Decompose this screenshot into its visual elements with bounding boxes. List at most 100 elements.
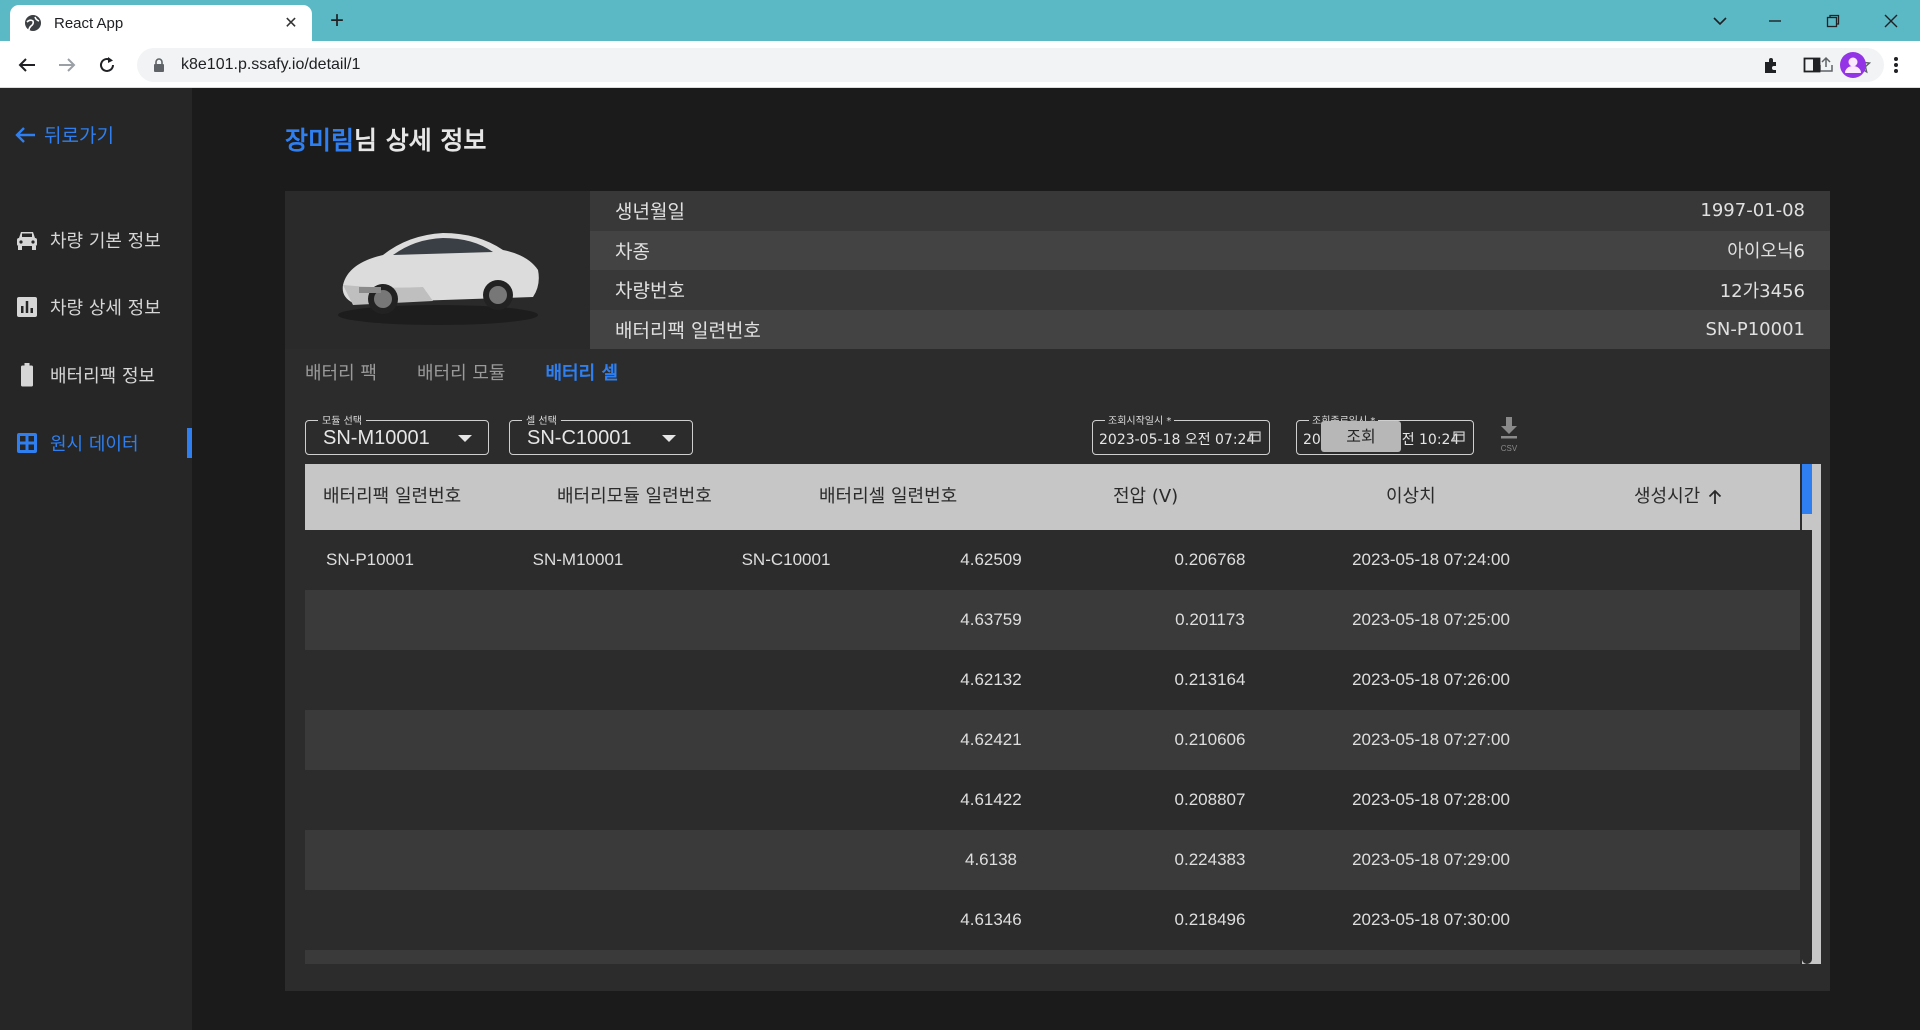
tab-battery-cell[interactable]: 배터리 셀: [546, 359, 619, 389]
cell-created-time: 2023-05-18 07:30:00: [1352, 910, 1510, 929]
start-datetime-value: 2023-05-18 오전 07:24: [1099, 432, 1256, 448]
cell-voltage: [941, 950, 1041, 964]
info-value: 1997-01-08: [1700, 200, 1805, 222]
cell-module-serial: [528, 590, 628, 650]
column-header-module-serial[interactable]: 배터리모듈 일련번호: [557, 464, 712, 530]
sidebar-item-battery-pack[interactable]: 배터리팩 정보: [14, 360, 192, 390]
calendar-icon[interactable]: [1249, 430, 1261, 442]
browser-tab[interactable]: React App ✕: [10, 5, 312, 41]
arrow-left-icon: [15, 126, 35, 143]
car-icon: [14, 227, 40, 253]
query-button[interactable]: 조회: [1321, 421, 1401, 452]
sidebar-item-label: 원시 데이터: [50, 434, 139, 455]
tab-close-icon[interactable]: ✕: [282, 13, 300, 33]
back-arrow-icon[interactable]: [13, 51, 41, 79]
column-header-created-time[interactable]: 생성시간: [1634, 464, 1722, 530]
sidebar-item-vehicle-detail[interactable]: 차량 상세 정보: [14, 292, 192, 322]
cell-voltage: 4.63759: [960, 610, 1022, 629]
info-row-plate: 차량번호 12가3456: [590, 270, 1830, 310]
tab-battery-pack[interactable]: 배터리 팩: [305, 359, 377, 389]
csv-label: CSV: [1500, 444, 1518, 453]
reload-icon[interactable]: [93, 51, 121, 79]
info-value: 12가3456: [1719, 280, 1805, 302]
browser-menu-icon[interactable]: [1882, 51, 1910, 79]
grid-icon: [14, 430, 40, 456]
column-header-cell-serial[interactable]: 배터리셀 일련번호: [819, 464, 957, 530]
table-row[interactable]: SN-P10001 SN-M10001 SN-C10001 4.62509 0.2067…: [305, 530, 1800, 590]
profile-avatar-icon[interactable]: [1839, 51, 1867, 79]
sidebar-item-label: 차량 상세 정보: [50, 298, 161, 319]
cell-module-serial: [528, 710, 628, 770]
tab-title: React App: [54, 14, 124, 32]
side-panel-icon[interactable]: [1798, 51, 1826, 79]
table-row[interactable]: 4.63759 0.201173 2023-05-18 07:25:00: [305, 590, 1800, 650]
sort-ascending-icon[interactable]: [1708, 489, 1722, 505]
car-image: [285, 191, 590, 349]
cell-voltage: 4.61346: [960, 910, 1022, 929]
column-header-pack-serial[interactable]: 배터리팩 일련번호: [323, 464, 461, 530]
module-select[interactable]: 모듈 선택 SN-M10001: [305, 412, 489, 455]
info-row-birthdate: 생년월일 1997-01-08: [590, 191, 1830, 231]
cell-pack-serial: [320, 650, 420, 710]
cell-anomaly: 0.210606: [1174, 730, 1246, 749]
cell-cell-serial: [736, 830, 836, 890]
cell-module-serial: [528, 830, 628, 890]
column-header-anomaly[interactable]: 이상치: [1386, 464, 1436, 530]
tab-search-icon[interactable]: [1697, 0, 1743, 41]
table-row[interactable]: 4.61422 0.208807 2023-05-18 07:28:00: [305, 770, 1800, 830]
raw-data-table: 배터리팩 일련번호 배터리모듈 일련번호 배터리셀 일련번호 전압 (V) 이상…: [305, 464, 1821, 964]
battery-icon: [14, 362, 40, 388]
calendar-icon[interactable]: [1453, 430, 1465, 442]
globe-icon: [25, 15, 41, 31]
back-link-label: 뒤로가기: [44, 125, 114, 147]
cell-cell-serial: [736, 590, 836, 650]
cell-select-value: SN-C10001: [527, 427, 632, 449]
back-link[interactable]: 뒤로가기: [14, 121, 114, 148]
cell-module-serial: [528, 770, 628, 830]
tab-battery-module[interactable]: 배터리 모듈: [417, 359, 506, 389]
start-datetime-input[interactable]: 조회시작일시 * 2023-05-18 오전 07:24: [1092, 412, 1270, 455]
restore-icon[interactable]: [1810, 0, 1856, 41]
cell-pack-serial: [320, 950, 420, 964]
cell-anomaly: [1160, 950, 1260, 964]
detail-panel: 생년월일 1997-01-08 차종 아이오닉6 차량번호 12가3456 배터…: [285, 191, 1830, 991]
column-header-voltage[interactable]: 전압 (V): [1113, 464, 1178, 530]
forward-arrow-icon[interactable]: [53, 51, 81, 79]
info-label: 생년월일: [615, 201, 685, 224]
sidebar-item-label: 배터리팩 정보: [50, 366, 156, 387]
battery-tabs: 배터리 팩 배터리 모듈 배터리 셀: [305, 359, 658, 389]
cell-select[interactable]: 셀 선택 SN-C10001: [509, 412, 693, 455]
new-tab-button[interactable]: +: [323, 7, 351, 35]
column-header-label: 생성시간: [1634, 486, 1701, 507]
table-row[interactable]: [305, 950, 1800, 964]
browser-toolbar: k8e101.p.ssafy.io/detail/1: [0, 41, 1920, 88]
table-header: 배터리팩 일련번호 배터리모듈 일련번호 배터리셀 일련번호 전압 (V) 이상…: [305, 464, 1800, 530]
vertical-scrollbar-thumb[interactable]: [1802, 530, 1812, 964]
cell-voltage: 4.62132: [960, 670, 1022, 689]
cell-module-serial: [528, 650, 628, 710]
table-row[interactable]: 4.6138 0.224383 2023-05-18 07:29:00: [305, 830, 1800, 890]
cell-created-time: 2023-05-18 07:24:00: [1352, 550, 1510, 569]
cell-created-time: [1381, 950, 1481, 964]
page-title: 장미림님 상세 정보: [285, 121, 486, 157]
address-bar[interactable]: k8e101.p.ssafy.io/detail/1: [137, 48, 1884, 82]
sidebar: 뒤로가기 차량 기본 정보 차량 상세 정보 배터리팩 정보 원시 데이터: [0, 88, 192, 1030]
minimize-icon[interactable]: [1752, 0, 1798, 41]
cell-anomaly: 0.208807: [1174, 790, 1246, 809]
customer-info: 생년월일 1997-01-08 차종 아이오닉6 차량번호 12가3456 배터…: [590, 191, 1830, 349]
browser-tab-strip: React App ✕ +: [0, 0, 1920, 41]
cell-cell-serial: [736, 650, 836, 710]
table-row[interactable]: 4.62421 0.210606 2023-05-18 07:27:00: [305, 710, 1800, 770]
csv-download-button[interactable]: CSV: [1497, 416, 1521, 454]
sidebar-item-vehicle-basic[interactable]: 차량 기본 정보: [14, 225, 192, 255]
table-row[interactable]: 4.61346 0.218496 2023-05-18 07:30:00: [305, 890, 1800, 950]
cell-anomaly: 0.213164: [1174, 670, 1246, 689]
start-datetime-label: 조회시작일시 *: [1105, 412, 1175, 427]
close-window-icon[interactable]: [1868, 0, 1914, 41]
cell-created-time: 2023-05-18 07:26:00: [1352, 670, 1510, 689]
cell-module-serial: SN-M10001: [532, 550, 624, 569]
extensions-puzzle-icon[interactable]: [1757, 51, 1785, 79]
cell-pack-serial: [320, 710, 420, 770]
table-row[interactable]: 4.62132 0.213164 2023-05-18 07:26:00: [305, 650, 1800, 710]
sidebar-item-raw-data[interactable]: 원시 데이터: [14, 428, 192, 458]
